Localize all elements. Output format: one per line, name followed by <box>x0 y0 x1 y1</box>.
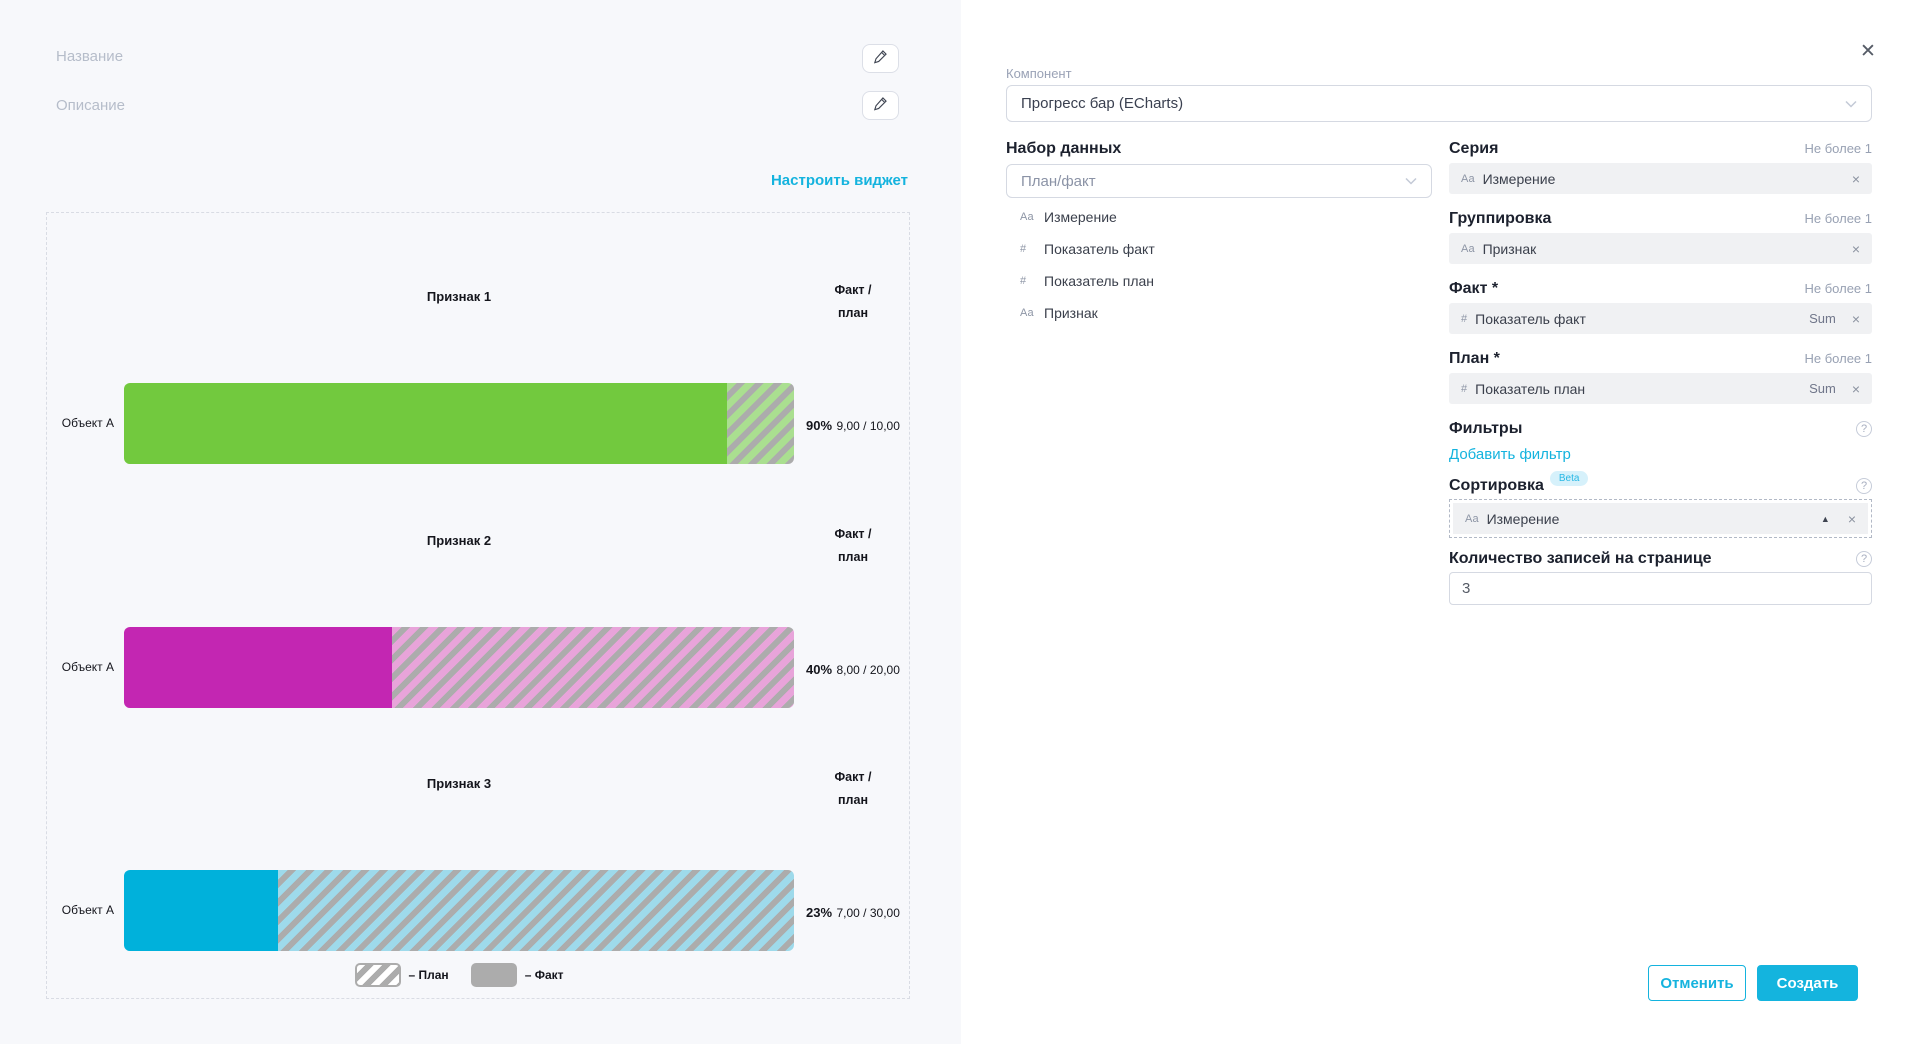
widget-description-placeholder[interactable]: Описание <box>56 97 125 114</box>
legend-item-fact: – Факт <box>471 963 564 987</box>
edit-description-button[interactable] <box>862 91 899 120</box>
field-item-pokazatel-plan[interactable]: # Показатель план <box>1006 270 1432 292</box>
widget-editor-left-pane: Название Описание Настроить виджет Призн… <box>0 0 961 1044</box>
close-icon[interactable]: ✕ <box>1858 42 1878 62</box>
page-size-label: Количество записей на странице <box>1449 550 1712 568</box>
fact-bar-segment <box>124 627 392 708</box>
pencil-icon <box>873 49 888 69</box>
dataset-select[interactable]: План/факт <box>1006 164 1432 198</box>
text-type-icon: Аа <box>1461 173 1475 185</box>
series-chip[interactable]: Аа Измерение × <box>1449 163 1872 194</box>
aggregation-badge[interactable]: Sum <box>1809 311 1836 326</box>
aggregation-badge[interactable]: Sum <box>1809 381 1836 396</box>
dataset-heading: Набор данных <box>1006 140 1432 158</box>
create-button[interactable]: Создать <box>1757 965 1858 1001</box>
bar-value-label: 90% 9,00 / 10,00 <box>806 417 900 435</box>
chart-row: Признак 2 Факт / план Объект А 40% 8,00 … <box>47 517 909 761</box>
chart-feature-title: Признак 2 <box>124 533 794 548</box>
field-item-pokazatel-fakt[interactable]: # Показатель факт <box>1006 238 1432 260</box>
widget-name-placeholder[interactable]: Название <box>56 48 123 65</box>
slot-label-fact: Факт * <box>1449 280 1498 298</box>
number-type-icon: # <box>1020 243 1044 255</box>
remove-icon[interactable]: × <box>1852 311 1860 327</box>
component-select-value: Прогресс бар (ECharts) <box>1021 95 1183 112</box>
text-type-icon: Аа <box>1461 243 1475 255</box>
sorting-label: Сортировка <box>1449 477 1544 495</box>
slot-label-plan: План * <box>1449 350 1500 368</box>
chart-category-label: Объект А <box>47 903 114 917</box>
fact-plan-header: Факт / план <box>815 523 891 569</box>
progress-bar <box>124 627 794 708</box>
plan-bar-segment <box>392 627 794 708</box>
slot-limit: Не более 1 <box>1804 281 1872 296</box>
dataset-select-value: План/факт <box>1021 173 1096 190</box>
sort-ascending-icon[interactable]: ▲ <box>1821 514 1830 524</box>
help-icon[interactable]: ? <box>1856 551 1872 567</box>
bar-value-label: 23% 7,00 / 30,00 <box>806 904 900 922</box>
slot-limit: Не более 1 <box>1804 141 1872 156</box>
sorting-dropzone: Аа Измерение ▲ × <box>1449 499 1872 538</box>
legend-item-plan: – План <box>355 963 449 987</box>
plan-chip[interactable]: # Показатель план Sum × <box>1449 373 1872 404</box>
text-type-icon: Аа <box>1020 307 1044 319</box>
cancel-button[interactable]: Отменить <box>1648 965 1746 1001</box>
grouping-chip[interactable]: Аа Признак × <box>1449 233 1872 264</box>
remove-icon[interactable]: × <box>1852 171 1860 187</box>
plan-hatch-swatch <box>355 963 401 987</box>
chart-category-label: Объект А <box>47 660 114 674</box>
slot-label-series: Серия <box>1449 140 1498 158</box>
chart-feature-title: Признак 1 <box>124 289 794 304</box>
progress-bar <box>124 870 794 951</box>
chart-category-label: Объект А <box>47 416 114 430</box>
text-type-icon: Аа <box>1465 513 1479 525</box>
fact-plan-header: Факт / план <box>815 766 891 812</box>
remove-icon[interactable]: × <box>1852 381 1860 397</box>
remove-icon[interactable]: × <box>1852 241 1860 257</box>
widget-settings-panel: ✕ Компонент Прогресс бар (ECharts) Набор… <box>961 0 1912 1044</box>
slot-limit: Не более 1 <box>1804 211 1872 226</box>
number-type-icon: # <box>1461 383 1467 395</box>
fact-chip[interactable]: # Показатель факт Sum × <box>1449 303 1872 334</box>
number-type-icon: # <box>1020 275 1044 287</box>
slots-column: Серия Не более 1 Аа Измерение × Группиро… <box>1449 140 1872 605</box>
help-icon[interactable]: ? <box>1856 421 1872 437</box>
chart-row: Признак 1 Факт / план Объект А 90% 9,00 … <box>47 273 909 517</box>
remove-icon[interactable]: × <box>1848 511 1856 527</box>
component-label: Компонент <box>1006 66 1072 81</box>
sort-chip[interactable]: Аа Измерение ▲ × <box>1453 503 1868 534</box>
slot-label-grouping: Группировка <box>1449 210 1551 228</box>
beta-badge: Beta <box>1550 471 1589 486</box>
field-item-izmerenie[interactable]: Аа Измерение <box>1006 206 1432 228</box>
chart-legend: – План – Факт <box>124 963 794 987</box>
configure-widget-link[interactable]: Настроить виджет <box>771 172 908 189</box>
chevron-down-icon <box>1845 95 1857 113</box>
fact-solid-swatch <box>471 963 517 987</box>
fact-bar-segment <box>124 870 278 951</box>
chart-feature-title: Признак 3 <box>124 776 794 791</box>
pencil-icon <box>873 96 888 116</box>
bar-value-label: 40% 8,00 / 20,00 <box>806 661 900 679</box>
plan-bar-segment <box>727 383 794 464</box>
add-filter-link[interactable]: Добавить фильтр <box>1449 446 1571 463</box>
edit-name-button[interactable] <box>862 44 899 73</box>
help-icon[interactable]: ? <box>1856 478 1872 494</box>
page-size-input[interactable] <box>1449 572 1872 605</box>
field-item-priznak[interactable]: Аа Признак <box>1006 302 1432 324</box>
filters-label: Фильтры <box>1449 420 1522 438</box>
component-select[interactable]: Прогресс бар (ECharts) <box>1006 85 1872 122</box>
widget-preview-chart: Признак 1 Факт / план Объект А 90% 9,00 … <box>46 212 910 999</box>
dataset-column: Набор данных <box>1006 140 1432 158</box>
fact-plan-header: Факт / план <box>815 279 891 325</box>
progress-bar <box>124 383 794 464</box>
slot-limit: Не более 1 <box>1804 351 1872 366</box>
text-type-icon: Аа <box>1020 211 1044 223</box>
plan-bar-segment <box>278 870 794 951</box>
number-type-icon: # <box>1461 313 1467 325</box>
chevron-down-icon <box>1405 172 1417 190</box>
fact-bar-segment <box>124 383 727 464</box>
